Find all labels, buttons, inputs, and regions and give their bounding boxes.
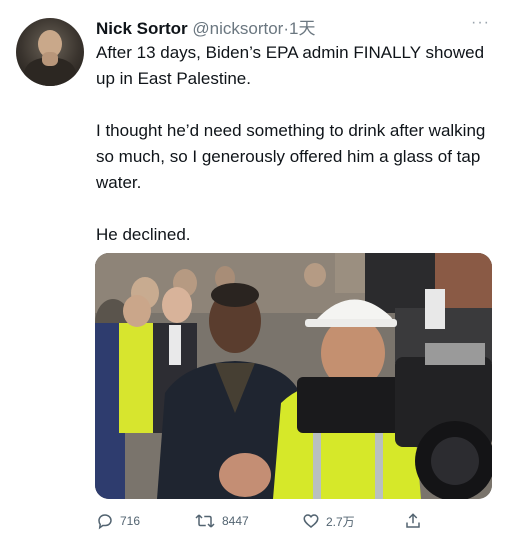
- tweet-actions: 716 8447 2.7万: [96, 512, 436, 532]
- retweet-icon: [195, 514, 215, 528]
- reply-count: 716: [120, 514, 141, 528]
- tweet-photo[interactable]: [95, 253, 492, 499]
- like-count: 2.7万: [326, 514, 355, 529]
- tweet-paragraph: I thought he’d need something to drink a…: [96, 121, 486, 192]
- photo-scene: [95, 253, 492, 499]
- reply-icon: [98, 514, 112, 530]
- like-button[interactable]: 2.7万: [302, 512, 355, 530]
- tweet-paragraph: He declined.: [96, 225, 191, 244]
- author-handle[interactable]: @nicksortor: [192, 19, 283, 38]
- tweet[interactable]: Nick Sortor @nicksortor·1天 ··· After 13 …: [0, 0, 512, 533]
- more-horizontal-icon[interactable]: ···: [471, 14, 490, 32]
- avatar[interactable]: [16, 18, 84, 86]
- author-name[interactable]: Nick Sortor: [96, 19, 188, 38]
- reply-button[interactable]: 716: [96, 512, 140, 530]
- share-icon: [406, 513, 420, 528]
- retweet-count: 8447: [222, 514, 249, 528]
- tweet-paragraph: After 13 days, Biden’s EPA admin FINALLY…: [96, 43, 485, 88]
- heart-icon: [303, 514, 319, 528]
- avatar-hands: [42, 52, 58, 66]
- tweet-time[interactable]: 1天: [289, 19, 315, 38]
- tweet-text: After 13 days, Biden’s EPA admin FINALLY…: [96, 40, 496, 274]
- share-button[interactable]: [404, 512, 422, 530]
- retweet-button[interactable]: 8447: [194, 512, 249, 530]
- tweet-header: Nick Sortor @nicksortor·1天: [96, 14, 492, 38]
